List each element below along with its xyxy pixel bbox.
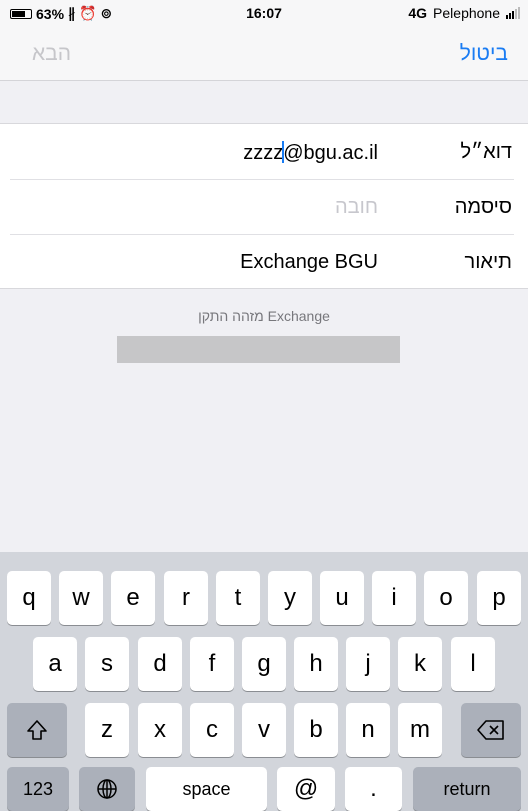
cancel-button[interactable]: ביטול [460, 42, 508, 66]
keyboard: q w e r t y u i o p a s d f g h j k l z … [0, 552, 528, 811]
shift-icon [27, 720, 47, 740]
email-value-start: zzzz [243, 142, 284, 164]
space-key[interactable]: space [146, 767, 267, 811]
key-o[interactable]: o [424, 571, 468, 625]
email-label: דוא״ל [460, 141, 513, 163]
next-button[interactable]: הבא [32, 42, 71, 66]
key-y[interactable]: y [268, 571, 312, 625]
key-j[interactable]: j [346, 637, 390, 691]
key-i[interactable]: i [372, 571, 416, 625]
key-z[interactable]: z [85, 703, 129, 757]
key-g[interactable]: g [242, 637, 286, 691]
delete-key[interactable] [461, 703, 521, 757]
at-key[interactable]: @ [277, 767, 335, 811]
description-field[interactable]: Exchange BGU [240, 251, 378, 274]
return-key[interactable]: return [413, 767, 521, 811]
signal-icon [506, 7, 520, 19]
key-k[interactable]: k [398, 637, 442, 691]
key-a[interactable]: a [33, 637, 77, 691]
email-value-end: @bgu.ac.il [283, 142, 378, 164]
key-h[interactable]: h [294, 637, 338, 691]
email-row[interactable]: דוא״ל zzzz@bgu.ac.il [0, 124, 528, 179]
dot-key[interactable]: . [345, 767, 402, 811]
status-bar: 63% ∦ ⏰ ⊚ 16:07 4G Pelephone [0, 0, 528, 28]
key-m[interactable]: m [398, 703, 442, 757]
key-w[interactable]: w [59, 571, 103, 625]
key-d[interactable]: d [138, 637, 182, 691]
key-t[interactable]: t [216, 571, 260, 625]
description-row[interactable]: תיאור Exchange BGU [0, 234, 528, 289]
device-id-label: מזהה התקן Exchange [198, 308, 330, 324]
delete-icon [477, 720, 504, 740]
key-l[interactable]: l [451, 637, 495, 691]
status-right: 4G Pelephone [408, 5, 520, 21]
key-c[interactable]: c [190, 703, 234, 757]
device-id-value [117, 336, 400, 363]
key-r[interactable]: r [164, 571, 208, 625]
carrier-name: Pelephone [433, 5, 500, 21]
key-f[interactable]: f [190, 637, 234, 691]
password-field[interactable]: חובה [335, 196, 378, 219]
account-form: דוא״ל zzzz@bgu.ac.il סיסמה חובה תיאור Ex… [0, 123, 528, 289]
globe-icon [97, 779, 117, 799]
key-e[interactable]: e [111, 571, 155, 625]
key-x[interactable]: x [138, 703, 182, 757]
key-q[interactable]: q [7, 571, 51, 625]
key-s[interactable]: s [85, 637, 129, 691]
key-p[interactable]: p [477, 571, 521, 625]
description-label: תיאור [464, 251, 512, 273]
globe-key[interactable] [79, 767, 135, 811]
key-u[interactable]: u [320, 571, 364, 625]
key-b[interactable]: b [294, 703, 338, 757]
network-type: 4G [408, 5, 428, 21]
email-field[interactable]: zzzz@bgu.ac.il [243, 141, 378, 165]
password-row[interactable]: סיסמה חובה [0, 179, 528, 234]
password-label: סיסמה [454, 196, 512, 218]
key-n[interactable]: n [346, 703, 390, 757]
navigation-bar: הבא ביטול [0, 28, 528, 81]
numbers-key[interactable]: 123 [7, 767, 69, 811]
key-v[interactable]: v [242, 703, 286, 757]
shift-key[interactable] [7, 703, 67, 757]
